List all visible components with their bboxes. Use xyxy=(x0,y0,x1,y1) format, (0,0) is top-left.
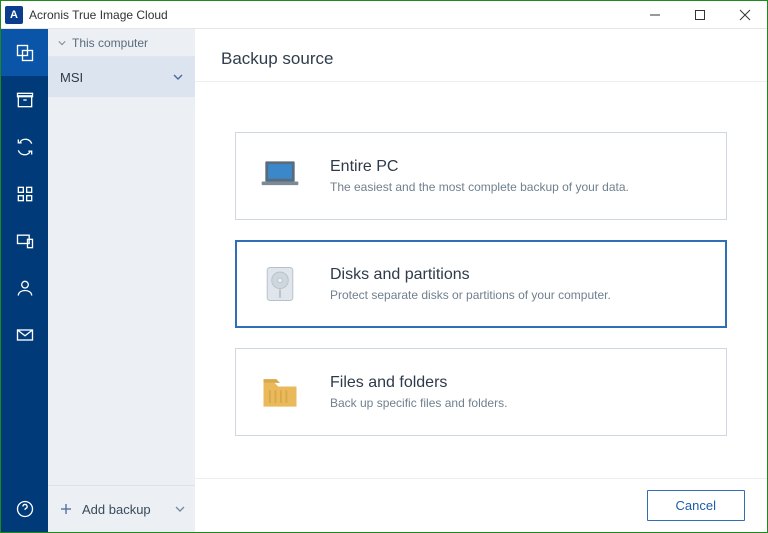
backup-item-selected[interactable]: MSI xyxy=(48,57,195,97)
person-icon xyxy=(15,278,35,298)
plus-icon xyxy=(60,503,72,515)
devices-icon xyxy=(15,231,35,251)
option-desc: The easiest and the most complete backup… xyxy=(330,180,629,194)
disk-icon xyxy=(258,262,302,306)
nav-devices[interactable] xyxy=(1,217,48,264)
backup-list-panel: This computer MSI Add backup xyxy=(48,29,195,532)
nav-account[interactable] xyxy=(1,264,48,311)
window-controls xyxy=(632,1,767,29)
sync-icon xyxy=(15,137,35,157)
option-entire-pc[interactable]: Entire PC The easiest and the most compl… xyxy=(235,132,727,220)
option-title: Entire PC xyxy=(330,158,629,176)
envelope-icon xyxy=(15,325,35,345)
nav-rail xyxy=(1,29,48,532)
close-button[interactable] xyxy=(722,1,767,29)
archive-box-icon xyxy=(15,90,35,110)
backup-group-label: This computer xyxy=(72,36,148,50)
nav-sync[interactable] xyxy=(1,123,48,170)
main-header: Backup source xyxy=(195,29,767,82)
app-window: A Acronis True Image Cloud xyxy=(0,0,768,533)
nav-help[interactable] xyxy=(1,485,48,532)
option-disks-partitions[interactable]: Disks and partitions Protect separate di… xyxy=(235,240,727,328)
minimize-button[interactable] xyxy=(632,1,677,29)
add-backup-button[interactable]: Add backup xyxy=(60,502,151,517)
nav-messages[interactable] xyxy=(1,311,48,358)
add-backup-label: Add backup xyxy=(82,502,151,517)
nav-backup[interactable] xyxy=(1,29,48,76)
help-icon xyxy=(15,499,35,519)
nav-archive[interactable] xyxy=(1,76,48,123)
backup-copy-icon xyxy=(15,43,35,63)
option-desc: Protect separate disks or partitions of … xyxy=(330,288,611,302)
laptop-icon xyxy=(258,154,302,198)
option-title: Files and folders xyxy=(330,374,507,392)
window-title: Acronis True Image Cloud xyxy=(29,8,632,22)
maximize-button[interactable] xyxy=(677,1,722,29)
backup-list-group[interactable]: This computer xyxy=(48,29,195,57)
minimize-icon xyxy=(649,9,661,21)
option-desc: Back up specific files and folders. xyxy=(330,396,507,410)
option-files-folders[interactable]: Files and folders Back up specific files… xyxy=(235,348,727,436)
add-backup-menu-icon[interactable] xyxy=(175,504,185,514)
add-backup-row: Add backup xyxy=(48,485,195,532)
option-disks-text: Disks and partitions Protect separate di… xyxy=(330,266,611,302)
chevron-down-icon xyxy=(173,72,183,82)
app-icon: A xyxy=(5,6,23,24)
folder-icon xyxy=(258,370,302,414)
titlebar: A Acronis True Image Cloud xyxy=(1,1,767,29)
chevron-down-icon xyxy=(58,39,66,47)
option-title: Disks and partitions xyxy=(330,266,611,284)
main-heading: Backup source xyxy=(221,49,741,69)
grid-icon xyxy=(15,184,35,204)
nav-dashboard[interactable] xyxy=(1,170,48,217)
option-files-text: Files and folders Back up specific files… xyxy=(330,374,507,410)
main-footer: Cancel xyxy=(195,478,767,532)
close-icon xyxy=(739,9,751,21)
option-entire-pc-text: Entire PC The easiest and the most compl… xyxy=(330,158,629,194)
source-options: Entire PC The easiest and the most compl… xyxy=(195,82,767,478)
app-body: This computer MSI Add backup Backup sour… xyxy=(1,29,767,532)
maximize-icon xyxy=(694,9,706,21)
backup-list-filler xyxy=(48,97,195,485)
backup-item-label: MSI xyxy=(60,70,83,85)
cancel-button[interactable]: Cancel xyxy=(647,490,745,521)
main-panel: Backup source Entire PC The easiest and … xyxy=(195,29,767,532)
